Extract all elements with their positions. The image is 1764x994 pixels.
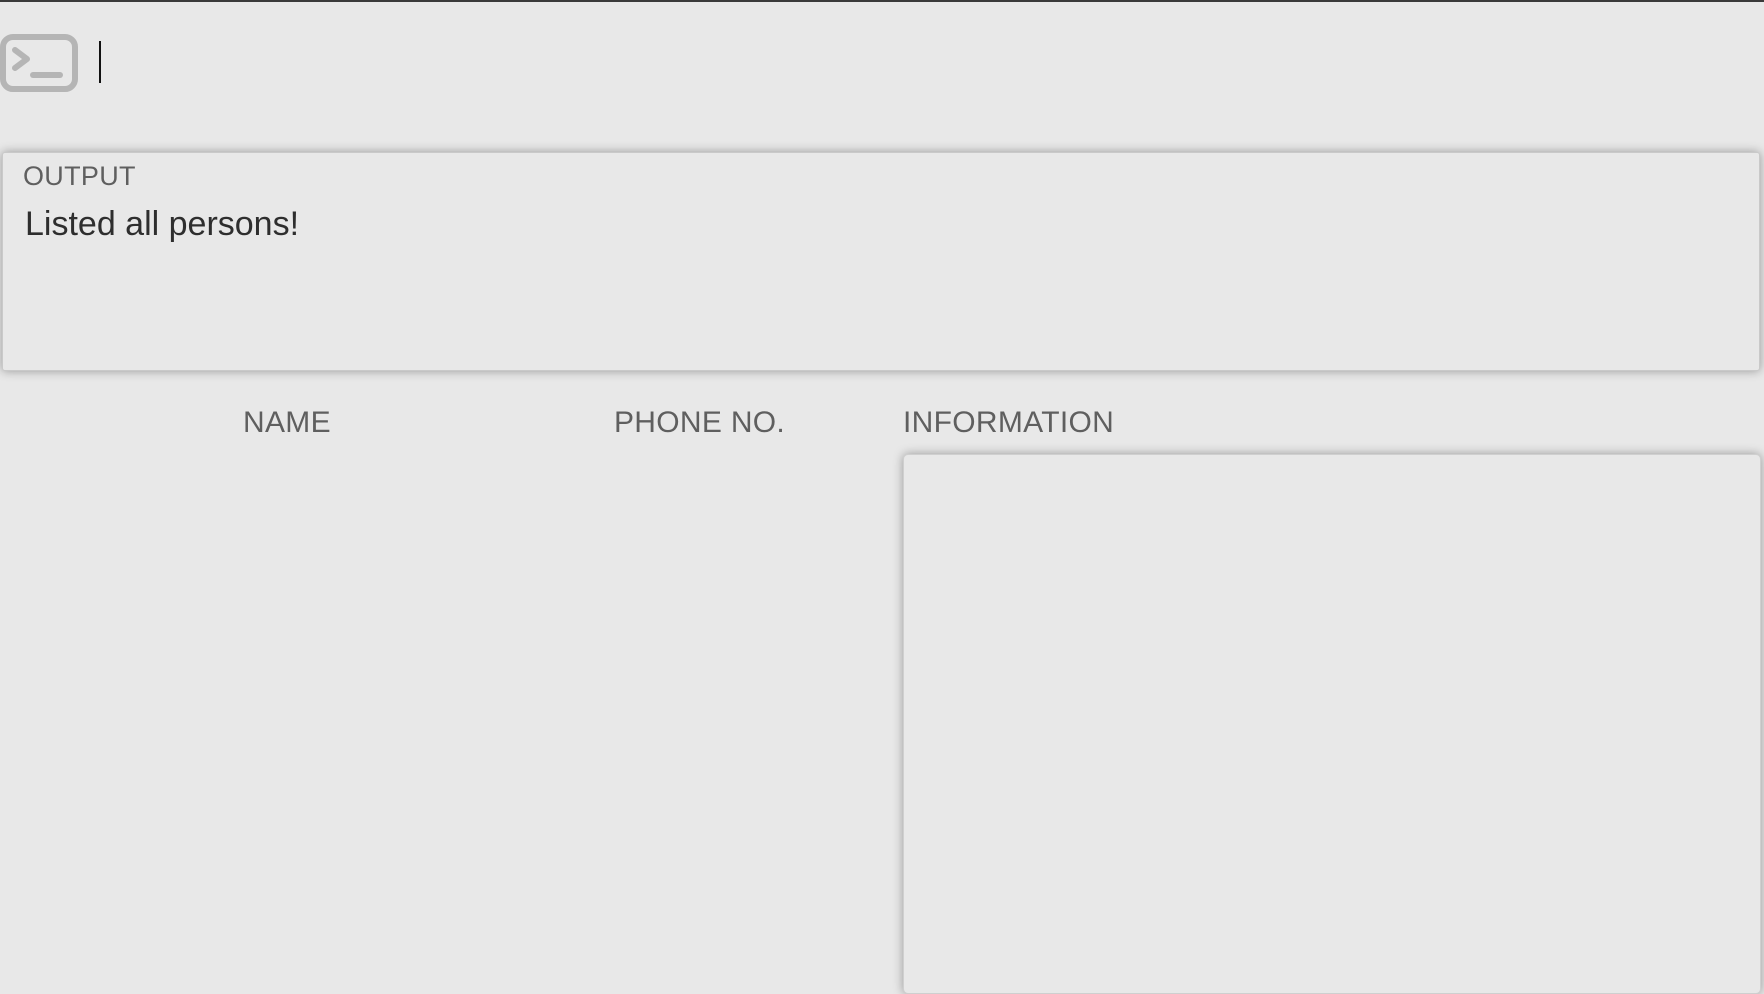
person-list[interactable] [0,452,895,976]
output-label: OUTPUT [23,161,136,191]
command-bar [0,2,1764,150]
column-header-phone: PHONE NO. [614,406,786,439]
terminal-icon [0,34,78,92]
output-panel[interactable]: OUTPUT Listed all persons! [2,152,1760,371]
command-input[interactable] [96,34,1736,92]
text-cursor [99,41,101,83]
column-header-information: INFORMATION [903,406,1115,439]
output-message: Listed all persons! [25,205,300,243]
information-panel[interactable] [903,454,1761,994]
column-header-name: NAME [243,406,331,439]
